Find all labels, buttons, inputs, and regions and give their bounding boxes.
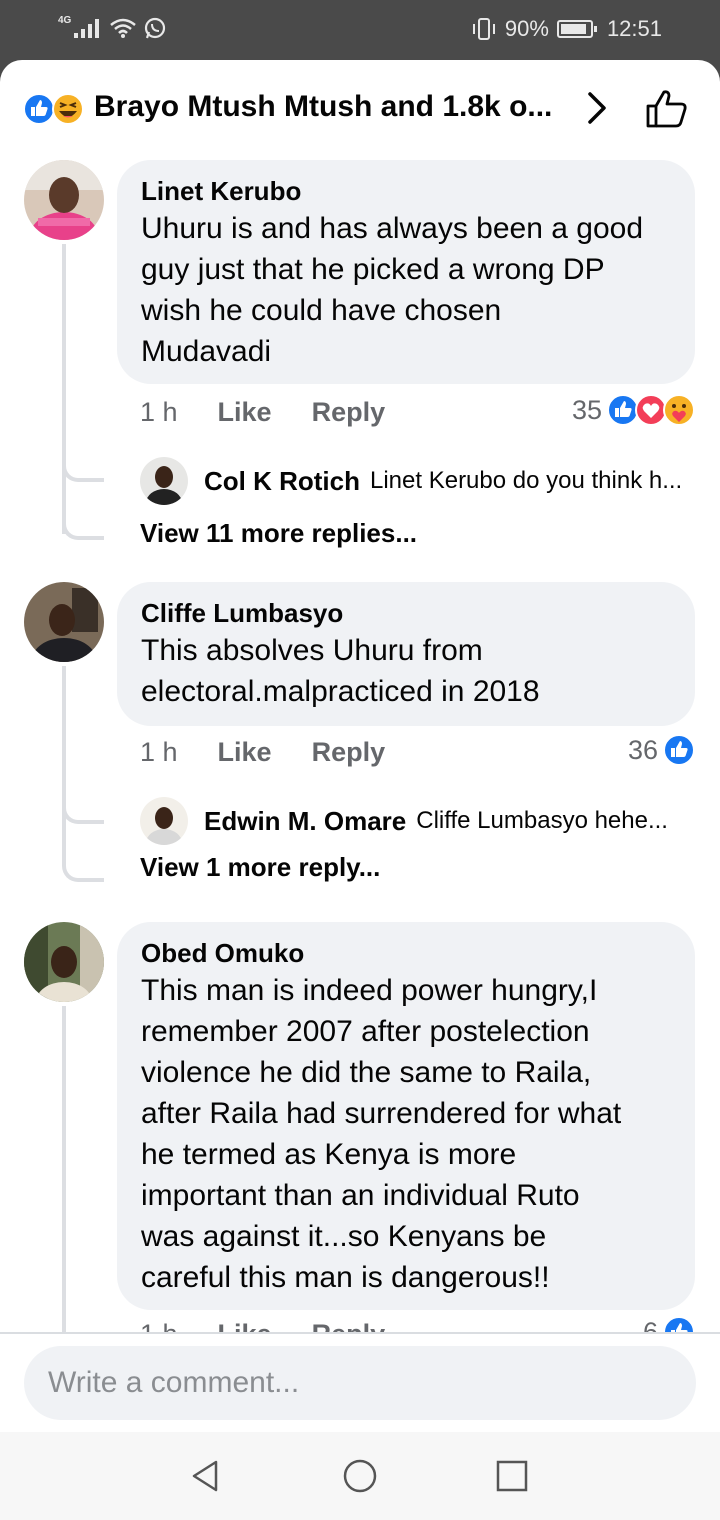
like-button[interactable]: Like <box>218 1319 272 1333</box>
haha-reaction-icon <box>52 93 84 125</box>
comment-line: This absolves Uhuru from <box>141 634 483 667</box>
comment-author[interactable]: Obed Omuko <box>141 936 671 970</box>
reply-button[interactable]: Reply <box>312 1319 386 1333</box>
thread-line <box>62 244 66 534</box>
recents-icon[interactable] <box>492 1456 532 1496</box>
view-more-replies[interactable]: View 11 more replies... <box>140 518 417 549</box>
comment-line: remember 2007 after postelection <box>141 1015 590 1048</box>
comments-list[interactable]: Linet Kerubo Uhuru is and has always bee… <box>0 154 720 1332</box>
status-bar: 4G 90% 12:51 <box>0 0 720 60</box>
comment-thread: Linet Kerubo Uhuru is and has always bee… <box>0 160 720 580</box>
comment-line: violence he did the same to Raila, <box>141 1056 592 1089</box>
reactions-summary[interactable]: Brayo Mtush Mtush and 1.8k o... <box>94 90 552 124</box>
like-button[interactable]: Like <box>218 737 272 768</box>
comment-bubble[interactable]: Linet Kerubo Uhuru is and has always bee… <box>117 160 695 384</box>
comments-sheet: Brayo Mtush Mtush and 1.8k o... Linet Ke… <box>0 60 720 1520</box>
like-reaction-icon <box>23 93 55 125</box>
home-icon[interactable] <box>340 1456 380 1496</box>
comment-line: he termed as Kenya is more <box>141 1138 517 1171</box>
thread-branch <box>62 794 104 824</box>
comment-line: wish he could have chosen <box>141 294 502 327</box>
vibrate-icon <box>472 18 495 40</box>
reply-text: Linet Kerubo do you think h... <box>370 467 683 494</box>
avatar[interactable] <box>24 582 104 662</box>
like-button[interactable]: Like <box>218 397 272 428</box>
reply-button[interactable]: Reply <box>312 737 386 768</box>
comment-line: was against it...so Kenyans be <box>141 1220 547 1253</box>
battery-fill <box>560 24 587 34</box>
system-nav-bar <box>0 1432 720 1520</box>
avatar[interactable] <box>140 457 188 505</box>
reactions-header[interactable]: Brayo Mtush Mtush and 1.8k o... <box>0 60 720 154</box>
reaction-number: 36 <box>627 734 658 765</box>
reply-author[interactable]: Edwin M. Omare <box>204 806 406 837</box>
view-more-replies[interactable]: View 1 more reply... <box>140 852 380 883</box>
comment-line: important than an individual Ruto <box>141 1179 580 1212</box>
comment-line: after Raila had surrendered for what <box>141 1097 622 1130</box>
comment-bubble[interactable]: Cliffe Lumbasyo This absolves Uhuru from… <box>117 582 695 726</box>
comment-line: guy just that he picked a wrong DP <box>141 253 605 286</box>
like-reaction-icon <box>663 1316 695 1332</box>
thumbs-up-outline-icon[interactable] <box>644 86 692 130</box>
reaction-number: 35 <box>571 394 602 425</box>
reaction-count[interactable]: 6 <box>643 1312 696 1332</box>
comment-composer[interactable] <box>24 1346 696 1420</box>
comment-time: 1 h <box>140 1319 178 1333</box>
reply-preview[interactable]: Col K Rotich Linet Kerubo do you think h… <box>140 456 700 506</box>
comment-input[interactable] <box>24 1346 696 1420</box>
avatar[interactable] <box>24 160 104 240</box>
avatar[interactable] <box>24 922 104 1002</box>
back-icon[interactable] <box>186 1456 226 1496</box>
comment-actions: 1 h Like Reply <box>140 732 385 772</box>
composer-divider <box>0 1332 720 1334</box>
thread-branch <box>62 452 104 482</box>
reaction-number: 6 <box>642 1316 658 1333</box>
comment-author[interactable]: Cliffe Lumbasyo <box>141 596 671 630</box>
battery-percent: 90% <box>504 16 549 41</box>
status-right: 90% 12:51 <box>471 16 662 42</box>
thread-line <box>62 666 66 866</box>
reply-text: Cliffe Lumbasyo hehe... <box>416 807 668 834</box>
comment-bubble[interactable]: Obed Omuko This man is indeed power hung… <box>117 922 695 1310</box>
comment-author[interactable]: Linet Kerubo <box>141 174 671 208</box>
reply-preview[interactable]: Edwin M. Omare Cliffe Lumbasyo hehe... <box>140 796 700 846</box>
thread-branch <box>62 852 104 882</box>
thread-line <box>62 1006 66 1332</box>
reply-author[interactable]: Col K Rotich <box>204 466 360 497</box>
comment-line: electoral.malpracticed in 2018 <box>141 675 540 708</box>
like-reaction-icon <box>663 734 695 766</box>
comment-line: careful this man is dangerous!! <box>141 1261 550 1294</box>
header-reaction-icons <box>23 93 84 125</box>
reaction-count[interactable]: 36 <box>628 730 696 770</box>
comment-thread: Obed Omuko This man is indeed power hung… <box>0 922 720 1332</box>
wifi-icon <box>110 18 137 38</box>
care-reaction-icon <box>663 394 695 426</box>
comment-line: This man is indeed power hungry,I <box>141 974 598 1007</box>
battery-icon <box>556 20 597 38</box>
thread-branch <box>62 510 104 540</box>
comment-actions: 1 h Like Reply <box>140 392 385 432</box>
comment-time: 1 h <box>140 736 178 767</box>
comment-actions: 1 h Like Reply <box>140 1314 386 1333</box>
network-type: 4G <box>58 14 72 26</box>
comment-line: Uhuru is and has always been a good <box>141 212 644 245</box>
clock: 12:51 <box>606 16 662 41</box>
reaction-count[interactable]: 35 <box>572 390 696 430</box>
status-left: 4G <box>58 14 167 40</box>
chevron-right-icon[interactable] <box>582 90 612 126</box>
comment-thread: Cliffe Lumbasyo This absolves Uhuru from… <box>0 582 720 912</box>
comment-line: Mudavadi <box>141 335 272 368</box>
comment-time: 1 h <box>140 396 178 427</box>
reply-button[interactable]: Reply <box>312 397 386 428</box>
avatar[interactable] <box>140 797 188 845</box>
whatsapp-icon <box>145 17 166 39</box>
signal-icon <box>74 19 100 38</box>
